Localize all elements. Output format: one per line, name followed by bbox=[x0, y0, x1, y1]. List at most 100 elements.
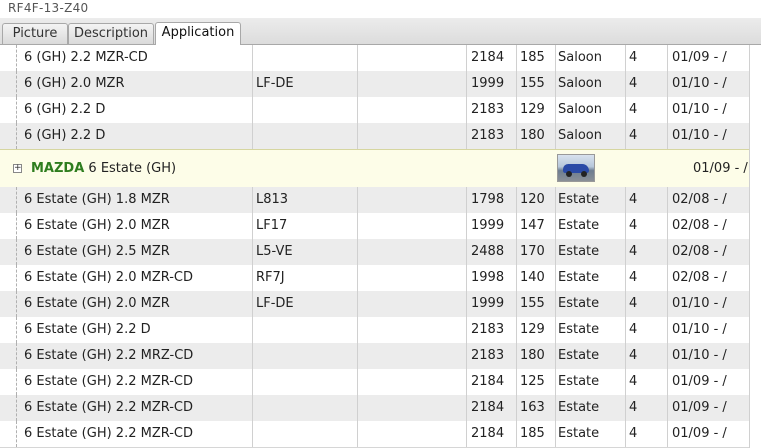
column-divider bbox=[357, 213, 358, 239]
column-divider bbox=[466, 343, 467, 369]
body-type-cell: Saloon bbox=[558, 102, 602, 117]
doors-cell: 4 bbox=[629, 50, 638, 65]
date-cell: 02/08 - / bbox=[672, 218, 727, 233]
column-divider bbox=[625, 71, 626, 97]
table-row[interactable]: 6 (GH) 2.2 D 2183 180 Saloon 4 01/10 - / bbox=[0, 123, 749, 150]
kw-cell: 170 bbox=[520, 244, 545, 259]
body-type-cell: Estate bbox=[558, 192, 600, 207]
column-divider bbox=[555, 343, 556, 369]
column-divider bbox=[625, 213, 626, 239]
column-divider bbox=[252, 291, 253, 317]
column-divider bbox=[357, 45, 358, 71]
column-divider bbox=[516, 239, 517, 265]
column-divider bbox=[625, 291, 626, 317]
group-date: 01/09 - / bbox=[693, 161, 748, 176]
table-row[interactable]: 6 (GH) 2.2 D 2183 129 Saloon 4 01/10 - / bbox=[0, 97, 749, 124]
body-type-cell: Estate bbox=[558, 400, 600, 415]
model-cell: 6 Estate (GH) 2.2 MZR-CD bbox=[24, 426, 194, 441]
column-divider bbox=[16, 187, 17, 213]
engine-code-cell: LF-DE bbox=[256, 296, 294, 311]
model-cell: 6 Estate (GH) 2.2 MZR-CD bbox=[24, 400, 194, 415]
table-row[interactable]: 6 Estate (GH) 2.2 D 2183 129 Estate 4 01/10 -… bbox=[0, 317, 749, 344]
column-divider bbox=[252, 265, 253, 291]
kw-cell: 155 bbox=[520, 296, 545, 311]
window-title-bar: RF4F-13-Z40 bbox=[0, 0, 761, 19]
model-cell: 6 (GH) 2.2 MZR-CD bbox=[24, 50, 148, 65]
column-divider bbox=[357, 97, 358, 123]
date-cell: 01/10 - / bbox=[672, 296, 727, 311]
doors-cell: 4 bbox=[629, 296, 638, 311]
table-row[interactable]: 6 Estate (GH) 1.8 MZR L813 1798 120 Estate 4 0… bbox=[0, 187, 749, 214]
kw-cell: 180 bbox=[520, 128, 545, 143]
table-row[interactable]: 6 Estate (GH) 2.0 MZR LF17 1999 147 Estate 4 0… bbox=[0, 213, 749, 240]
column-divider bbox=[252, 239, 253, 265]
column-divider bbox=[466, 45, 467, 71]
column-divider bbox=[466, 265, 467, 291]
column-divider bbox=[16, 45, 17, 71]
table-row[interactable]: 6 Estate (GH) 2.2 MZR-CD 2184 163 Estate 4 01… bbox=[0, 395, 749, 422]
engine-code-cell: RF7J bbox=[256, 270, 285, 285]
doors-cell: 4 bbox=[629, 270, 638, 285]
column-divider bbox=[625, 421, 626, 447]
column-divider bbox=[516, 123, 517, 149]
ccm-cell: 1999 bbox=[471, 296, 505, 311]
tab-description[interactable]: Description bbox=[68, 23, 154, 44]
table-row[interactable]: 6 (GH) 2.2 MZR-CD 2184 185 Saloon 4 01/09 - / bbox=[0, 45, 749, 72]
table-row[interactable]: 6 Estate (GH) 2.5 MZR L5-VE 2488 170 Estate 4… bbox=[0, 239, 749, 266]
column-divider bbox=[516, 395, 517, 421]
ccm-cell: 2184 bbox=[471, 50, 505, 65]
column-divider bbox=[16, 213, 17, 239]
column-divider bbox=[625, 97, 626, 123]
column-divider bbox=[516, 317, 517, 343]
table-row[interactable]: 6 (GH) 2.0 MZR LF-DE 1999 155 Saloon 4 01/10 -… bbox=[0, 71, 749, 98]
column-divider bbox=[16, 123, 17, 149]
column-divider bbox=[357, 239, 358, 265]
model-cell: 6 Estate (GH) 2.0 MZR bbox=[24, 296, 170, 311]
scrollbar-track[interactable] bbox=[749, 45, 761, 448]
column-divider bbox=[555, 265, 556, 291]
date-cell: 02/08 - / bbox=[672, 244, 727, 259]
kw-cell: 140 bbox=[520, 270, 545, 285]
expand-toggle-icon[interactable]: + bbox=[13, 164, 22, 173]
table-row[interactable]: 6 Estate (GH) 2.0 MZR LF-DE 1999 155 Estate 4… bbox=[0, 291, 749, 318]
column-divider bbox=[16, 421, 17, 447]
table-row[interactable]: 6 Estate (GH) 2.2 MRZ-CD 2183 180 Estate 4 01… bbox=[0, 343, 749, 370]
column-divider bbox=[667, 187, 668, 213]
column-divider bbox=[625, 123, 626, 149]
date-cell: 02/08 - / bbox=[672, 192, 727, 207]
column-divider bbox=[357, 265, 358, 291]
group-header-mazda-6-estate[interactable]: + MAZDA 6 Estate (GH) 01/09 - / bbox=[0, 149, 749, 189]
model-cell: 6 Estate (GH) 2.2 MZR-CD bbox=[24, 374, 194, 389]
column-divider bbox=[466, 317, 467, 343]
tab-application[interactable]: Application bbox=[155, 22, 241, 45]
date-cell: 01/10 - / bbox=[672, 128, 727, 143]
kw-cell: 129 bbox=[520, 102, 545, 117]
table-row[interactable]: 6 Estate (GH) 2.0 MZR-CD RF7J 1998 140 Estat… bbox=[0, 265, 749, 292]
doors-cell: 4 bbox=[629, 374, 638, 389]
column-divider bbox=[625, 317, 626, 343]
body-type-cell: Saloon bbox=[558, 128, 602, 143]
tab-picture[interactable]: Picture bbox=[2, 23, 68, 44]
table-row[interactable]: 6 Estate (GH) 2.2 MZR-CD 2184 125 Estate 4 01… bbox=[0, 369, 749, 396]
column-divider bbox=[252, 45, 253, 71]
column-divider bbox=[555, 395, 556, 421]
model-cell: 6 Estate (GH) 2.2 D bbox=[24, 322, 151, 337]
ccm-cell: 1999 bbox=[471, 76, 505, 91]
column-divider bbox=[555, 187, 556, 213]
column-divider bbox=[555, 421, 556, 447]
column-divider bbox=[252, 343, 253, 369]
body-type-cell: Saloon bbox=[558, 50, 602, 65]
column-divider bbox=[16, 395, 17, 421]
column-divider bbox=[667, 45, 668, 71]
column-divider bbox=[252, 421, 253, 447]
column-divider bbox=[625, 369, 626, 395]
body-type-cell: Estate bbox=[558, 374, 600, 389]
column-divider bbox=[516, 97, 517, 123]
column-divider bbox=[357, 71, 358, 97]
model-cell: 6 Estate (GH) 2.5 MZR bbox=[24, 244, 170, 259]
table-row[interactable]: 6 Estate (GH) 2.2 MZR-CD 2184 185 Estate 4 01… bbox=[0, 421, 749, 448]
column-divider bbox=[357, 343, 358, 369]
column-divider bbox=[667, 213, 668, 239]
car-thumbnail-icon[interactable] bbox=[557, 154, 595, 182]
column-divider bbox=[466, 123, 467, 149]
